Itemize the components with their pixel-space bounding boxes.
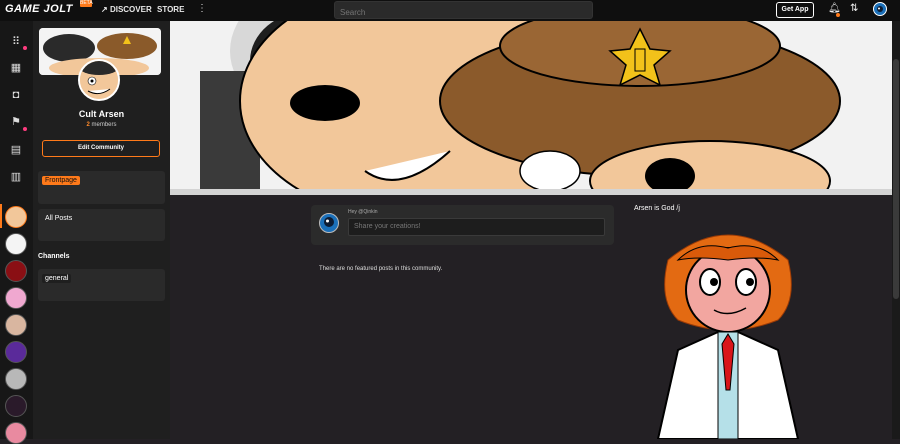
- community-avatar[interactable]: [5, 368, 27, 390]
- chat-icon[interactable]: ▤: [9, 143, 23, 157]
- gamejolt-logo[interactable]: GAME JOLT: [5, 3, 73, 15]
- community-avatar[interactable]: [5, 395, 27, 417]
- notification-dot: [836, 13, 840, 17]
- search-input[interactable]: [335, 4, 592, 21]
- quests-icon[interactable]: ⚑: [9, 115, 23, 129]
- more-vertical-icon[interactable]: ⋮: [197, 3, 207, 14]
- discover-label: DISCOVER: [109, 5, 152, 14]
- top-navigation-bar: GAME JOLT BETA ↗ DISCOVER STORE ⋮ Get Ap…: [0, 0, 900, 21]
- frontpage-panel: Frontpage: [38, 171, 165, 204]
- get-app-button[interactable]: Get App: [776, 2, 814, 18]
- frontpage-channel[interactable]: Frontpage: [42, 176, 80, 185]
- greeting-text: Hey @Qinkin: [348, 209, 378, 215]
- library-icon[interactable]: ▥: [9, 170, 23, 184]
- community-avatar-cult-arsen[interactable]: [5, 206, 27, 228]
- community-name: Cult Arsen: [78, 109, 125, 119]
- activity-icon[interactable]: ⇅: [850, 3, 858, 14]
- store-link[interactable]: STORE: [157, 5, 184, 14]
- scrollbar[interactable]: [892, 21, 900, 439]
- notification-dot: [23, 46, 27, 50]
- community-avatar[interactable]: [5, 422, 27, 444]
- community-sidebar: Cult Arsen 2 members Edit Community Fron…: [33, 21, 170, 439]
- community-header-image: [170, 21, 892, 195]
- community-main: Hey @Qinkin Share your creations! There …: [170, 21, 892, 440]
- community-avatar[interactable]: [5, 341, 27, 363]
- community-avatar[interactable]: [5, 260, 27, 282]
- members-count: 2: [86, 122, 90, 128]
- community-description-image: [648, 220, 808, 440]
- channel-general[interactable]: general: [42, 274, 72, 283]
- all-posts-panel: All Posts: [38, 209, 165, 241]
- channels-heading: Channels: [38, 253, 70, 260]
- notification-dot: [23, 127, 27, 131]
- all-posts-channel[interactable]: All Posts: [42, 214, 75, 223]
- community-avatar[interactable]: [5, 233, 27, 255]
- user-avatar: [319, 213, 339, 233]
- members-label: members: [91, 122, 117, 128]
- discover-icon: ↗: [101, 5, 108, 14]
- scrollbar-thumb[interactable]: [893, 59, 899, 299]
- share-input[interactable]: Share your creations!: [348, 218, 605, 236]
- active-indicator: [0, 204, 2, 228]
- discover-link[interactable]: ↗ DISCOVER: [101, 5, 152, 14]
- store-icon[interactable]: ▦: [9, 61, 23, 75]
- community-avatar[interactable]: [5, 287, 27, 309]
- logo-badge: BETA: [80, 0, 93, 7]
- channels-panel: general: [38, 269, 165, 301]
- left-rail: ⠿ ▦ ◘ ⚑ ▤ ▥: [0, 21, 33, 444]
- user-avatar[interactable]: [873, 2, 887, 16]
- empty-feed-message: There are no featured posts in this comm…: [319, 266, 443, 272]
- search-bar[interactable]: [334, 1, 593, 21]
- backpack-icon[interactable]: ◘: [9, 88, 23, 102]
- post-composer[interactable]: Hey @Qinkin Share your creations!: [311, 205, 614, 245]
- community-description: Arsen is God /j: [634, 205, 680, 212]
- community-avatar[interactable]: [5, 314, 27, 336]
- community-avatar-large: [78, 59, 120, 101]
- discover-icon[interactable]: ⠿: [9, 35, 23, 49]
- edit-community-button[interactable]: Edit Community: [42, 140, 160, 157]
- community-members[interactable]: 2 members: [33, 122, 170, 128]
